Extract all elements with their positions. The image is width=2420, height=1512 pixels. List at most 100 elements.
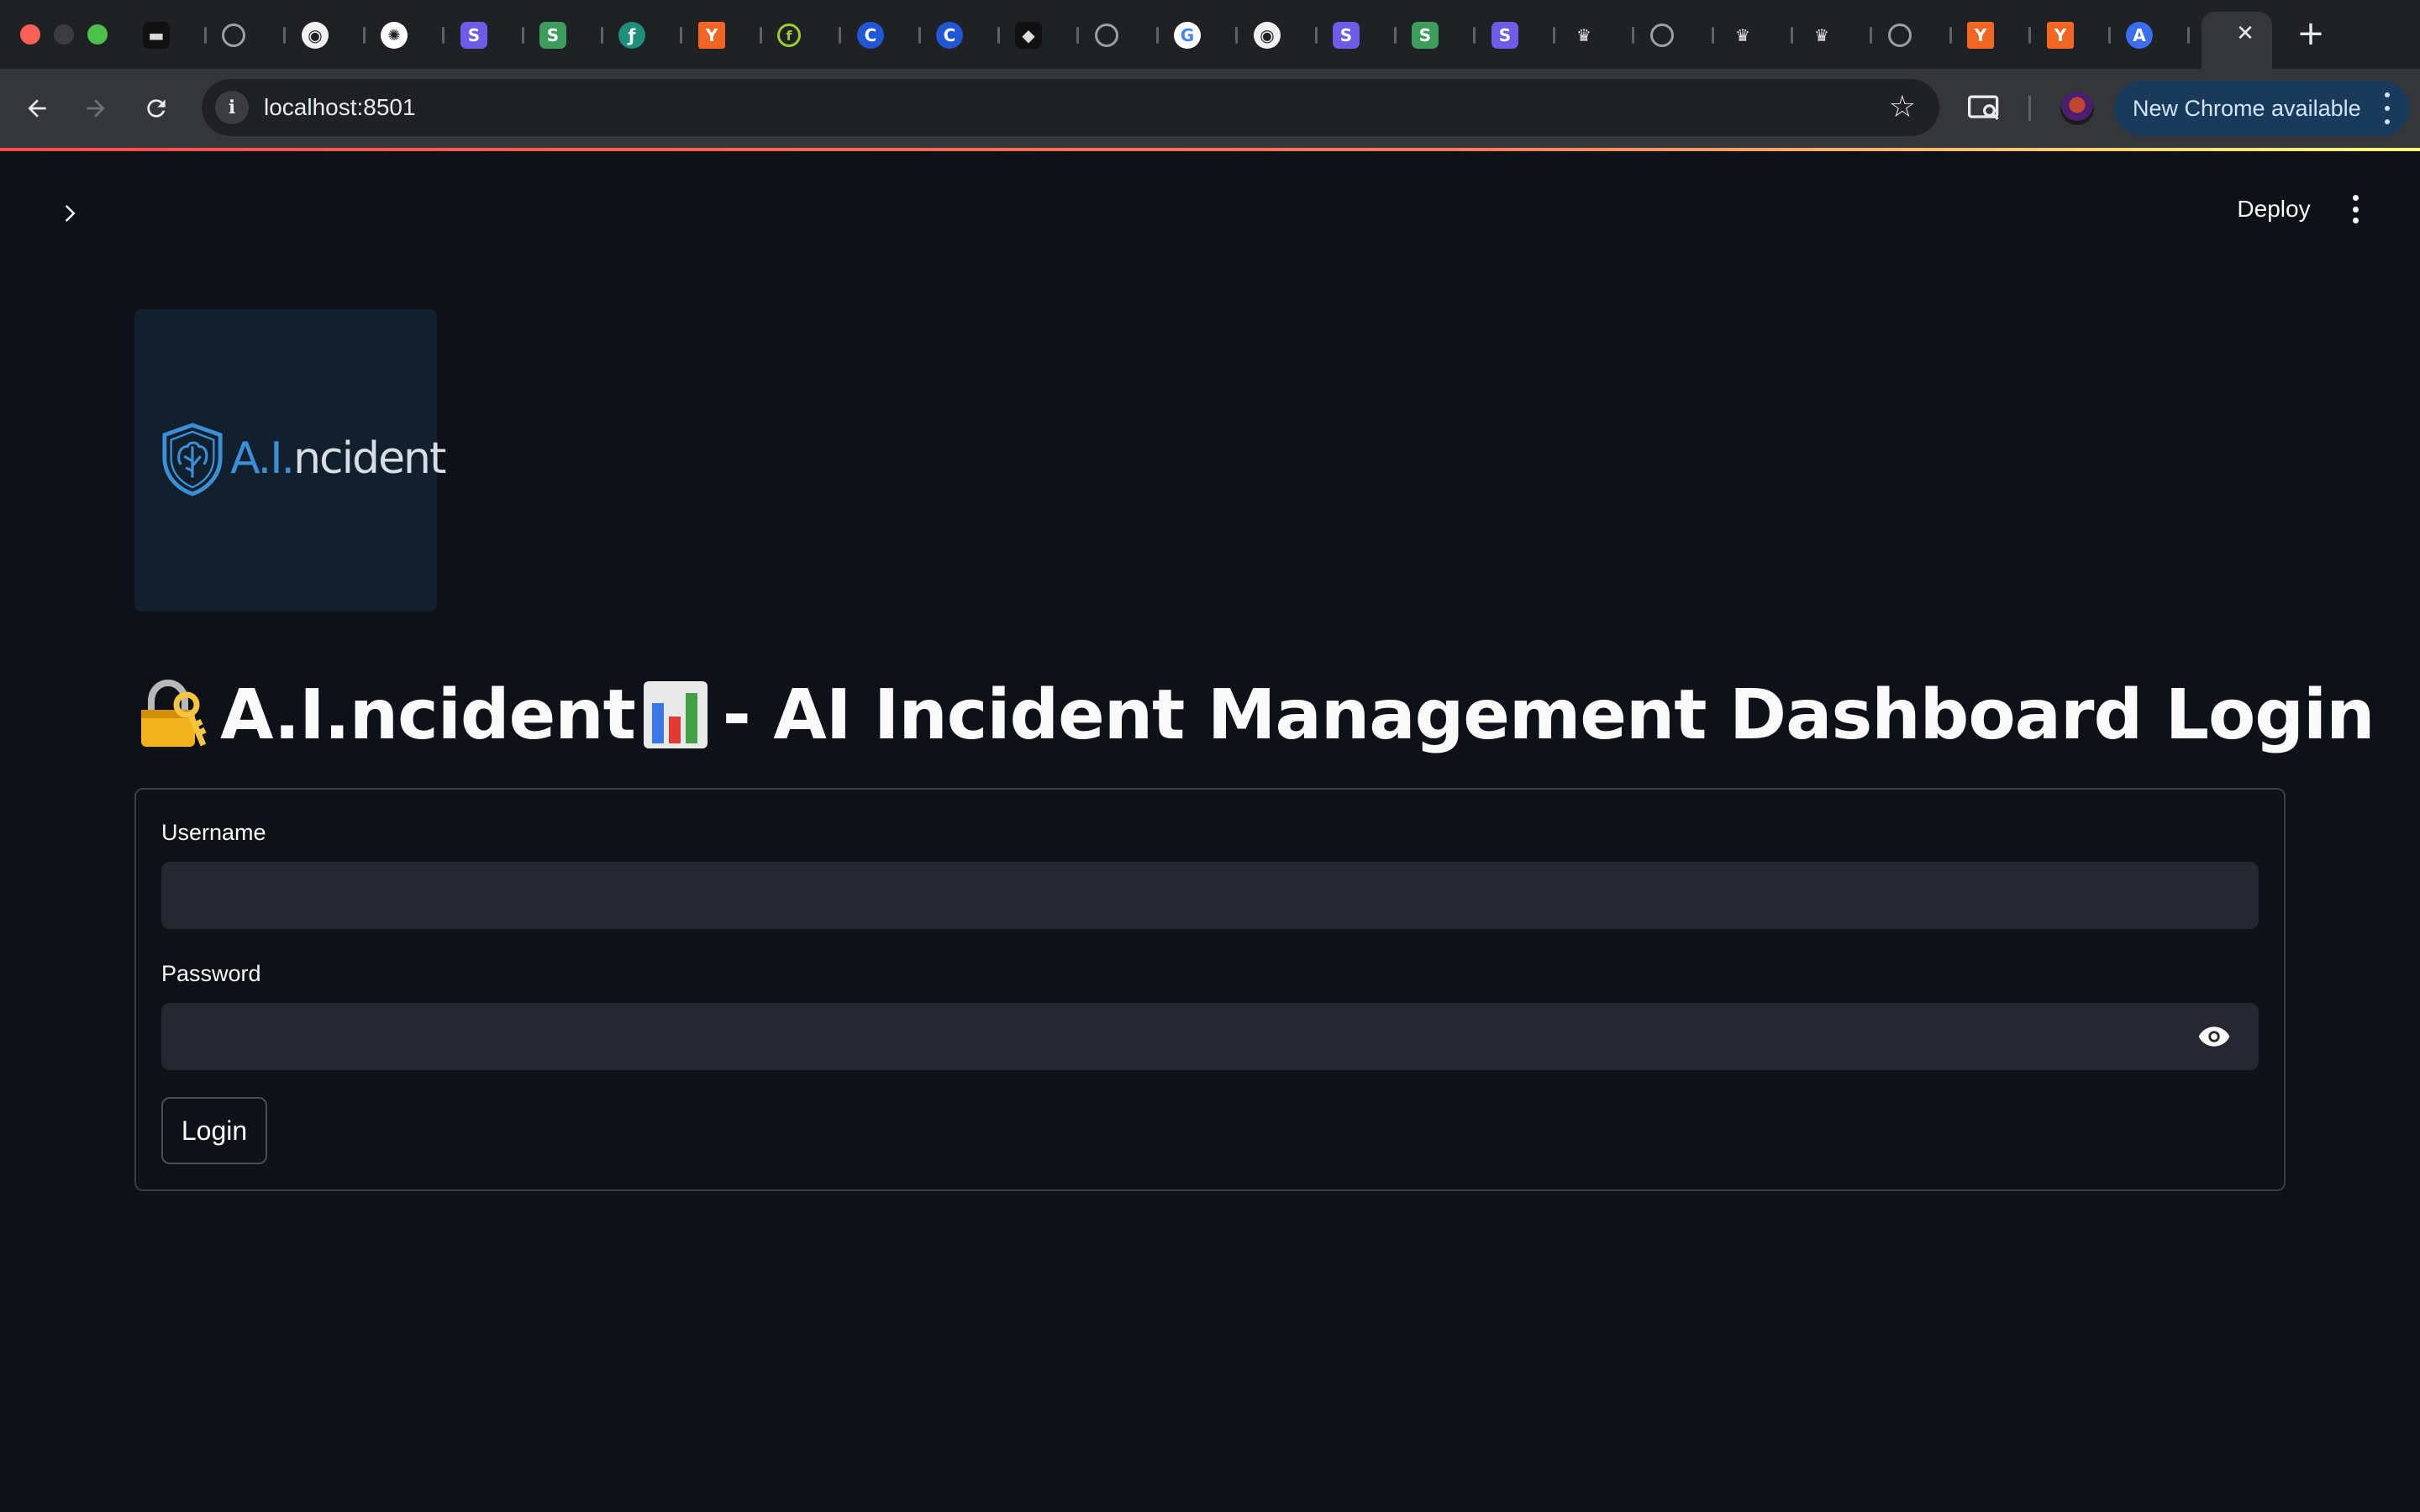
bookmark-star-icon[interactable]: ☆: [1889, 91, 1916, 124]
window-close-button[interactable]: [20, 24, 40, 45]
tab-search-icon[interactable]: [1966, 89, 2003, 126]
app-decoration-bar: [0, 148, 2420, 151]
leaf-icon: f: [777, 24, 801, 47]
tab-separator: [204, 27, 207, 44]
tab-separator: [839, 27, 841, 44]
y-combinator-icon: Y: [1967, 22, 1994, 49]
browser-tab[interactable]: ◉: [1254, 18, 1318, 52]
eye-icon[interactable]: [2196, 1020, 2232, 1053]
browser-tab[interactable]: S: [460, 18, 524, 52]
reload-icon: [147, 99, 166, 118]
app-logo: A.I.ncident: [134, 309, 446, 612]
tab-separator: [1156, 27, 1159, 44]
page-title: A.I.ncident - AI Incident Management Das…: [134, 669, 2375, 761]
github-icon: ◉: [302, 22, 329, 49]
tab-separator: [442, 27, 445, 44]
browser-tab[interactable]: A: [2126, 18, 2190, 52]
chrome-update-button[interactable]: New Chrome available: [2114, 81, 2410, 136]
s-purple-icon: S: [1491, 22, 1518, 49]
password-label: Password: [161, 961, 261, 986]
new-tab-button[interactable]: +: [2292, 15, 2329, 52]
tab-separator: [1473, 27, 1476, 44]
logo-wordmark-prefix: A.I.: [230, 433, 295, 484]
browser-tab[interactable]: [1650, 18, 1714, 52]
profile-avatar[interactable]: [2060, 92, 2094, 125]
title-subtitle: - AI Incident Management Dashboard Login: [722, 675, 2375, 755]
browser-tab[interactable]: [1888, 18, 1952, 52]
browser-tab[interactable]: S: [1491, 18, 1555, 52]
tab-separator: [760, 27, 762, 44]
crown-icon: ♛: [1576, 25, 1591, 45]
c-blue-icon: C: [936, 22, 963, 49]
deploy-button[interactable]: Deploy: [2218, 190, 2329, 228]
globe-icon: [1650, 24, 1674, 47]
password-input[interactable]: [161, 1003, 2259, 1070]
tab-separator: [1791, 27, 1793, 44]
github-icon: ◉: [1254, 22, 1281, 49]
tab-separator: [918, 27, 921, 44]
tab-separator: [1394, 27, 1397, 44]
browser-tab[interactable]: [222, 18, 286, 52]
feather-icon: ƒ: [618, 22, 645, 49]
card-icon: ▬: [143, 22, 170, 49]
browser-tab[interactable]: Y: [698, 18, 762, 52]
login-form: Username Password Login: [134, 788, 2286, 1191]
browser-tab[interactable]: ▬: [143, 18, 207, 52]
browser-tab[interactable]: ♛: [1570, 18, 1634, 52]
y-combinator-icon: Y: [698, 22, 725, 49]
browser-tab[interactable]: C: [857, 18, 921, 52]
browser-tab[interactable]: C: [936, 18, 1000, 52]
arrow-right-icon: [87, 99, 105, 118]
browser-tab[interactable]: ♛: [1729, 18, 1793, 52]
back-button[interactable]: [17, 88, 57, 129]
username-input[interactable]: [161, 862, 2259, 929]
browser-tab[interactable]: [1095, 18, 1159, 52]
y-combinator-icon: Y: [2047, 22, 2074, 49]
browser-tab[interactable]: S: [539, 18, 603, 52]
browser-tab[interactable]: ƒ: [618, 18, 682, 52]
window-minimize-button[interactable]: [54, 24, 74, 45]
close-tab-icon[interactable]: ✕: [2232, 20, 2259, 47]
tab-separator: [680, 27, 682, 44]
main-menu-icon[interactable]: [2343, 192, 2368, 227]
tab-separator: [1712, 27, 1714, 44]
cube-icon: ◆: [1015, 22, 1042, 49]
tab-separator: [283, 27, 286, 44]
tab-separator: [1949, 27, 1952, 44]
browser-tab[interactable]: Y: [2047, 18, 2111, 52]
forward-button[interactable]: [76, 88, 116, 129]
shield-brain-icon: [162, 423, 223, 496]
reload-button[interactable]: [136, 88, 176, 129]
browser-tab[interactable]: Y: [1967, 18, 2031, 52]
more-vert-icon[interactable]: [2383, 92, 2391, 124]
s-purple-icon: S: [1333, 22, 1360, 49]
browser-tabstrip: ▬ ◉ ✺ S Sƒ Yf C C ◆ G ◉ S S S ♛ ♛ ♛ Y Y A ✕ +: [0, 0, 2420, 69]
window-zoom-button[interactable]: [87, 24, 108, 45]
sidebar-expand-button[interactable]: [50, 195, 87, 232]
bar-chart-icon: [643, 681, 708, 748]
globe-icon: [1888, 24, 1912, 47]
login-button[interactable]: Login: [161, 1097, 267, 1164]
browser-tab[interactable]: ◆: [1015, 18, 1079, 52]
url-text: localhost:8501: [264, 94, 416, 120]
browser-tab[interactable]: f: [777, 18, 841, 52]
s-green-icon: S: [1412, 22, 1439, 49]
tab-separator: [1315, 27, 1318, 44]
browser-tab[interactable]: ✺: [381, 18, 445, 52]
browser-tab[interactable]: ◉: [302, 18, 366, 52]
browser-tab[interactable]: S: [1412, 18, 1476, 52]
site-info-icon[interactable]: i: [215, 91, 249, 124]
tab-separator: [2028, 27, 2031, 44]
crown-icon: ♛: [1735, 25, 1750, 45]
tab-separator: [2108, 27, 2111, 44]
browser-tab[interactable]: S: [1333, 18, 1397, 52]
browser-tab[interactable]: ♛: [1808, 18, 1872, 52]
username-label: Username: [161, 820, 266, 845]
address-bar[interactable]: i localhost:8501 ☆: [202, 79, 1939, 136]
locked-with-key-icon: [141, 679, 207, 747]
browser-tab[interactable]: G: [1174, 18, 1238, 52]
tab-separator: [997, 27, 1000, 44]
crown-icon: ♛: [1814, 25, 1829, 45]
tab-separator: [522, 27, 524, 44]
c-blue-icon: C: [857, 22, 884, 49]
